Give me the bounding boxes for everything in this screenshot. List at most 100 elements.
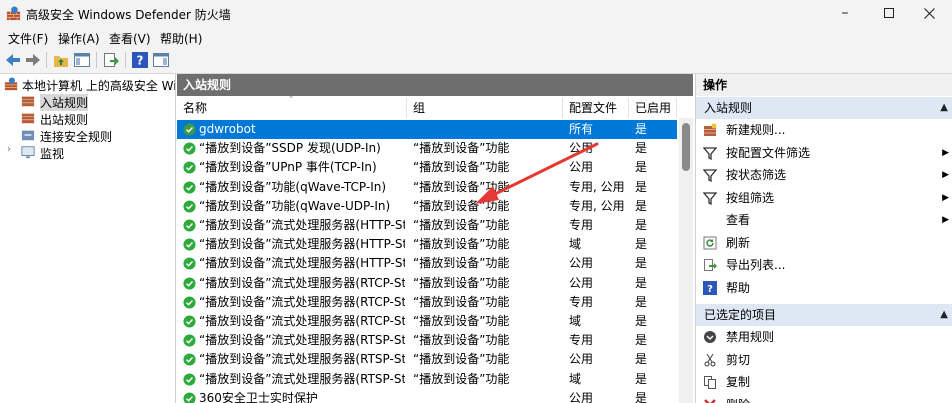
menu-view[interactable]: 查看(V) (109, 30, 151, 47)
action-label: 帮助 (726, 280, 751, 295)
connection-security-icon (21, 130, 35, 141)
enabled-check-icon (183, 353, 196, 366)
table-row[interactable]: 360安全卫士实时保护 公用 是 (177, 389, 677, 403)
rule-enabled: 是 (635, 275, 648, 290)
rule-name: “播放到设备”流式处理服务器(RTSP-Stre... (199, 333, 405, 348)
close-button[interactable] (906, 0, 952, 27)
action-label: 禁用规则 (726, 330, 775, 344)
menu-action[interactable]: 操作(A) (58, 30, 100, 47)
action-item[interactable]: 删除 (696, 394, 952, 403)
action-item[interactable]: 按组筛选 ▶ (696, 187, 952, 209)
action-item[interactable]: 导出列表... (696, 254, 952, 276)
scrollbar-thumb[interactable] (682, 123, 690, 171)
rule-profile: 公用 (569, 390, 594, 403)
show-hide-console-tree-icon[interactable] (73, 51, 91, 69)
action-label: 导出列表... (726, 258, 786, 272)
rule-name: “播放到设备”流式处理服务器(RTSP-Stre... (199, 371, 405, 386)
delete-icon (704, 398, 716, 403)
enabled-check-icon (183, 238, 196, 251)
rule-enabled: 是 (635, 141, 648, 156)
action-item[interactable]: 复制 (696, 371, 952, 393)
vertical-scrollbar[interactable] (679, 118, 693, 403)
export-list-icon[interactable] (102, 51, 120, 69)
filter-icon (703, 146, 717, 160)
action-item[interactable]: 刷新 (696, 232, 952, 254)
action-label: 按状态筛选 (726, 168, 787, 182)
enabled-check-icon (183, 373, 196, 386)
action-item[interactable]: 新建规则... (696, 119, 952, 141)
enabled-check-icon (183, 257, 196, 270)
menu-file[interactable]: 文件(F) (8, 30, 48, 47)
table-row[interactable]: “播放到设备”流式处理服务器(RTCP-Stre... “播放到设备”功能 专用 是 (177, 293, 677, 312)
action-label: 剪切 (726, 352, 751, 367)
enabled-check-icon (183, 123, 196, 136)
collapse-caret-icon[interactable]: ▲ (940, 97, 948, 119)
rule-enabled: 是 (635, 256, 648, 271)
show-action-pane-icon[interactable] (152, 51, 170, 69)
collapse-caret-icon[interactable]: ▲ (940, 304, 948, 326)
menu-help[interactable]: 帮助(H) (160, 30, 202, 47)
tree-root-label: 本地计算机 上的高级安全 Windows Defender (22, 79, 175, 93)
rules-list-panel: 入站规则 名称 ˄ 组 配置文件 已启用 gdwrobot 所有是 “播放到设备”S… (177, 74, 693, 403)
forward-arrow-icon[interactable] (24, 51, 42, 69)
svg-text:?: ? (137, 54, 144, 68)
tree-item-label: 监视 (40, 147, 65, 161)
rule-profile: 专用 (569, 218, 594, 232)
column-header-profile[interactable]: 配置文件 (563, 98, 629, 118)
monitoring-icon (21, 146, 35, 159)
action-item[interactable]: 禁用规则 (696, 326, 952, 348)
help-icon[interactable]: ? (131, 51, 149, 69)
tree-item-label: 连接安全规则 (40, 130, 113, 144)
action-label: 查看 (726, 213, 751, 227)
table-row[interactable]: “播放到设备”流式处理服务器(HTTP-Stre... “播放到设备”功能 专用 是 (177, 216, 677, 235)
table-row[interactable]: “播放到设备”流式处理服务器(RTSP-Stre... “播放到设备”功能 专用 是 (177, 331, 677, 350)
action-label: 按配置文件筛选 (726, 145, 811, 160)
copy-icon (704, 376, 716, 389)
action-label: 删除 (726, 394, 750, 403)
action-item[interactable]: 查看 ▶ (696, 209, 952, 231)
actions-section-inbound-rules[interactable]: 入站规则 ▲ (696, 97, 952, 119)
table-row[interactable]: “播放到设备”流式处理服务器(RTSP-Stre... “播放到设备”功能 域 是 (177, 370, 677, 389)
actions-pane: 操作 入站规则 ▲ 新建规则... 按配置文件筛选 ▶ 按状态筛选 ▶ 按组筛选 ▶ 查看 ▶ 刷… (695, 74, 952, 403)
rule-profile: 域 (569, 314, 582, 328)
minimize-button[interactable]: – (822, 0, 868, 27)
table-row[interactable]: “播放到设备”流式处理服务器(HTTP-Stre... “播放到设备”功能 公用 是 (177, 254, 677, 273)
expand-chevron-icon[interactable]: › (7, 144, 21, 158)
action-item[interactable]: 按配置文件筛选 ▶ (696, 142, 952, 164)
disable-icon (704, 331, 716, 343)
action-item[interactable]: 按状态筛选 ▶ (696, 164, 952, 186)
new-rule-icon (704, 123, 717, 136)
tree-item-label: 入站规则 (40, 94, 89, 111)
table-row[interactable]: “播放到设备”流式处理服务器(RTCP-Stre... “播放到设备”功能 公用 是 (177, 274, 677, 293)
rule-enabled: 是 (635, 314, 648, 328)
table-row[interactable]: “播放到设备”流式处理服务器(HTTP-Stre... “播放到设备”功能 域 是 (177, 235, 677, 254)
table-row[interactable]: gdwrobot 所有 是 (177, 120, 677, 139)
submenu-arrow-icon: ▶ (942, 147, 949, 158)
rule-profile: 域 (569, 237, 582, 252)
up-folder-icon[interactable] (52, 51, 70, 69)
column-header-name[interactable]: 名称 ˄ (177, 96, 407, 118)
enabled-check-icon (183, 277, 196, 290)
action-item[interactable]: 剪切 (696, 349, 952, 371)
rule-name: “播放到设备”流式处理服务器(HTTP-Stre... (199, 218, 405, 232)
filter-icon (703, 169, 717, 182)
rule-name: “播放到设备”流式处理服务器(HTTP-Stre... (199, 237, 405, 252)
column-header-group[interactable]: 组 (407, 98, 563, 118)
refresh-icon (703, 236, 717, 249)
rule-profile: 专用 (569, 294, 594, 309)
toolbar: ? (0, 47, 952, 74)
rule-name: “播放到设备”功能(qWave-UDP-In) (199, 198, 391, 213)
submenu-arrow-icon: ▶ (942, 215, 949, 225)
action-item[interactable]: ? 帮助 (696, 277, 952, 299)
table-row[interactable]: “播放到设备”流式处理服务器(RTCP-Stre... “播放到设备”功能 域 是 (177, 312, 677, 331)
actions-section-selected-items[interactable]: 已选定的项目 ▲ (696, 304, 952, 326)
rule-name: “播放到设备”流式处理服务器(HTTP-Stre... (199, 256, 405, 271)
firewall-icon (4, 77, 18, 91)
rule-group: “播放到设备”功能 (413, 218, 510, 232)
rule-enabled: 是 (635, 237, 648, 252)
rule-enabled: 是 (635, 179, 648, 194)
table-row[interactable]: “播放到设备”流式处理服务器(RTSP-Stre... “播放到设备”功能 公用 是 (177, 350, 677, 369)
back-arrow-icon[interactable] (4, 51, 22, 69)
column-header-enabled[interactable]: 已启用 (629, 98, 677, 118)
rule-enabled: 是 (635, 390, 648, 403)
